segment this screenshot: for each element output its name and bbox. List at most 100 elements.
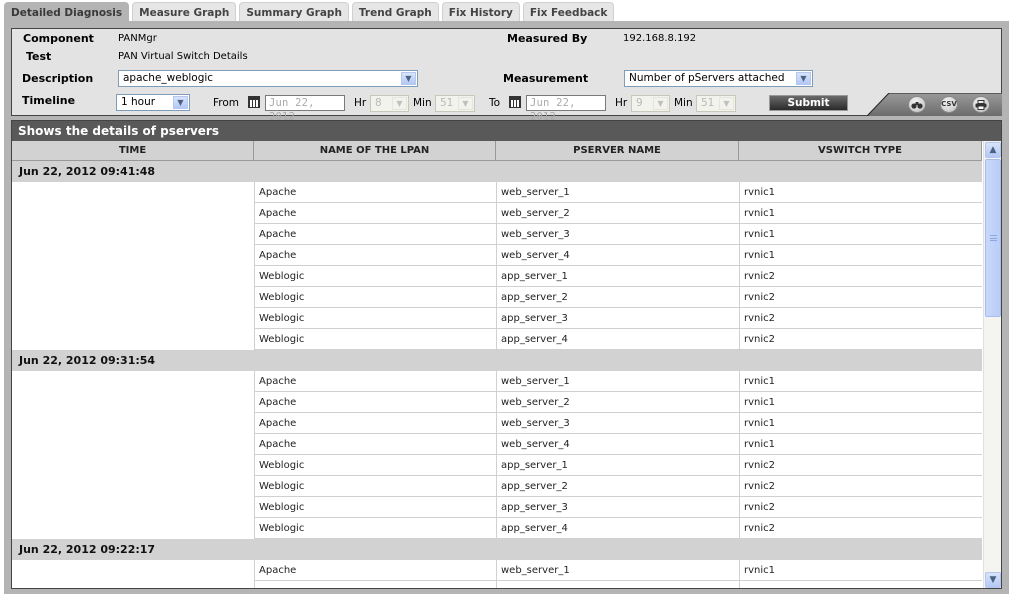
- table-row: [12, 581, 982, 588]
- time-cell: [12, 203, 254, 224]
- component-value: PANMgr: [118, 33, 157, 44]
- from-hr-label: Hr: [354, 97, 367, 109]
- to-hr-select[interactable]: 9 ▼: [631, 95, 670, 112]
- test-label: Test: [26, 50, 52, 63]
- pserver-name-cell: web_server_4: [496, 245, 739, 266]
- pserver-name-cell: app_server_2: [496, 287, 739, 308]
- from-hr-select[interactable]: 8 ▼: [370, 95, 409, 112]
- column-header-vswitch-type: VSWITCH TYPE: [739, 141, 982, 161]
- table-row: Apache web_server_1 rvnic1: [12, 371, 982, 392]
- column-header-time: TIME: [12, 141, 254, 161]
- chevron-down-icon: ▼: [458, 97, 473, 110]
- pserver-name-cell: app_server_3: [496, 497, 739, 518]
- time-cell: [12, 581, 254, 588]
- column-header-lpan-name: NAME OF THE LPAN: [254, 141, 496, 161]
- vswitch-type-cell: rvnic1: [739, 203, 982, 224]
- to-min-select[interactable]: 51 ▼: [696, 95, 736, 112]
- export-toolbar: CSV: [867, 93, 1002, 116]
- vswitch-type-cell: rvnic2: [739, 329, 982, 350]
- vswitch-type-cell: rvnic1: [739, 434, 982, 455]
- pserver-name-cell: app_server_3: [496, 308, 739, 329]
- main-frame: Component PANMgr Test PAN Virtual Switch…: [4, 21, 1009, 594]
- vswitch-type-cell: rvnic2: [739, 308, 982, 329]
- time-cell: [12, 413, 254, 434]
- table-row: Apache web_server_3 rvnic1: [12, 224, 982, 245]
- time-cell: [12, 371, 254, 392]
- pserver-name-cell: web_server_1: [496, 560, 739, 581]
- lpan-name-cell: Weblogic: [254, 455, 496, 476]
- lpan-name-cell: Weblogic: [254, 308, 496, 329]
- from-date-input[interactable]: Jun 22, 2012: [265, 95, 345, 123]
- from-hr-value: 8: [375, 97, 382, 109]
- lpan-name-cell: Apache: [254, 434, 496, 455]
- time-cell: [12, 287, 254, 308]
- from-min-select[interactable]: 51 ▼: [435, 95, 475, 112]
- lpan-name-cell: Apache: [254, 392, 496, 413]
- binoculars-icon[interactable]: [908, 96, 926, 113]
- timeline-value: 1 hour: [121, 96, 156, 108]
- tab-summary-graph[interactable]: Summary Graph: [239, 2, 349, 22]
- vswitch-type-cell: rvnic2: [739, 455, 982, 476]
- table-row: Apache web_server_1 rvnic1: [12, 182, 982, 203]
- measurement-select[interactable]: Number of pServers attached ▼: [624, 70, 813, 87]
- table-row: Weblogic app_server_1 rvnic2: [12, 455, 982, 476]
- scroll-down-button[interactable]: ▼: [985, 572, 1001, 588]
- calendar-icon[interactable]: [248, 96, 260, 108]
- vswitch-type-cell: rvnic2: [739, 497, 982, 518]
- pserver-name-cell: app_server_2: [496, 476, 739, 497]
- vswitch-type-cell: rvnic1: [739, 245, 982, 266]
- timeline-label: Timeline: [22, 94, 76, 107]
- description-select[interactable]: apache_weblogic ▼: [118, 70, 418, 87]
- to-hr-value: 9: [636, 97, 643, 109]
- time-cell: [12, 476, 254, 497]
- pserver-name-cell: web_server_1: [496, 182, 739, 203]
- vswitch-type-cell: rvnic2: [739, 476, 982, 497]
- to-min-label: Min: [674, 97, 693, 109]
- tab-fix-history[interactable]: Fix History: [441, 2, 520, 22]
- table-row: Apache web_server_4 rvnic1: [12, 434, 982, 455]
- printer-icon[interactable]: [972, 96, 990, 113]
- vswitch-type-cell: rvnic2: [739, 518, 982, 539]
- vswitch-type-cell: rvnic1: [739, 413, 982, 434]
- tab-detailed-diagnosis[interactable]: Detailed Diagnosis: [4, 2, 130, 22]
- lpan-name-cell: Apache: [254, 560, 496, 581]
- to-date-input[interactable]: Jun 22, 2012: [526, 95, 606, 123]
- chevron-down-icon: ▼: [401, 72, 416, 85]
- description-label: Description: [22, 72, 94, 85]
- chevron-down-icon: ▼: [653, 97, 668, 110]
- to-hr-label: Hr: [615, 97, 628, 109]
- csv-export-button[interactable]: CSV: [940, 96, 958, 113]
- table-row: Weblogic app_server_2 rvnic2: [12, 287, 982, 308]
- test-value: PAN Virtual Switch Details: [118, 51, 248, 62]
- tab-measure-graph[interactable]: Measure Graph: [132, 2, 237, 22]
- table-row: Weblogic app_server_3 rvnic2: [12, 497, 982, 518]
- vswitch-type-cell: [739, 581, 982, 588]
- measurement-value: Number of pServers attached: [629, 72, 785, 84]
- time-cell: [12, 518, 254, 539]
- chevron-down-icon: ▼: [719, 97, 734, 110]
- table-row: Weblogic app_server_4 rvnic2: [12, 518, 982, 539]
- vertical-scrollbar[interactable]: ▲ ▼: [983, 141, 1001, 588]
- table-header: TIME NAME OF THE LPAN PSERVER NAME VSWIT…: [12, 141, 982, 161]
- from-min-label: Min: [413, 97, 432, 109]
- measurement-label: Measurement: [503, 72, 589, 85]
- lpan-name-cell: [254, 581, 496, 588]
- grip-icon: [990, 235, 997, 241]
- lpan-name-cell: Apache: [254, 182, 496, 203]
- submit-button[interactable]: Submit: [769, 95, 848, 111]
- table-row: Apache web_server_3 rvnic1: [12, 413, 982, 434]
- scrollbar-thumb[interactable]: [985, 159, 1001, 317]
- scroll-up-button[interactable]: ▲: [985, 142, 1001, 158]
- column-header-pserver-name: PSERVER NAME: [496, 141, 739, 161]
- tab-fix-feedback[interactable]: Fix Feedback: [522, 2, 615, 22]
- pserver-name-cell: web_server_4: [496, 434, 739, 455]
- lpan-name-cell: Apache: [254, 203, 496, 224]
- calendar-icon[interactable]: [509, 96, 521, 108]
- table-row: Weblogic app_server_4 rvnic2: [12, 329, 982, 350]
- vswitch-type-cell: rvnic1: [739, 392, 982, 413]
- pserver-name-cell: web_server_2: [496, 203, 739, 224]
- tab-trend-graph[interactable]: Trend Graph: [351, 2, 439, 22]
- table-row: Apache web_server_4 rvnic1: [12, 245, 982, 266]
- group-time-row: Jun 22, 2012 09:22:17: [12, 539, 982, 560]
- timeline-select[interactable]: 1 hour ▼: [116, 94, 190, 111]
